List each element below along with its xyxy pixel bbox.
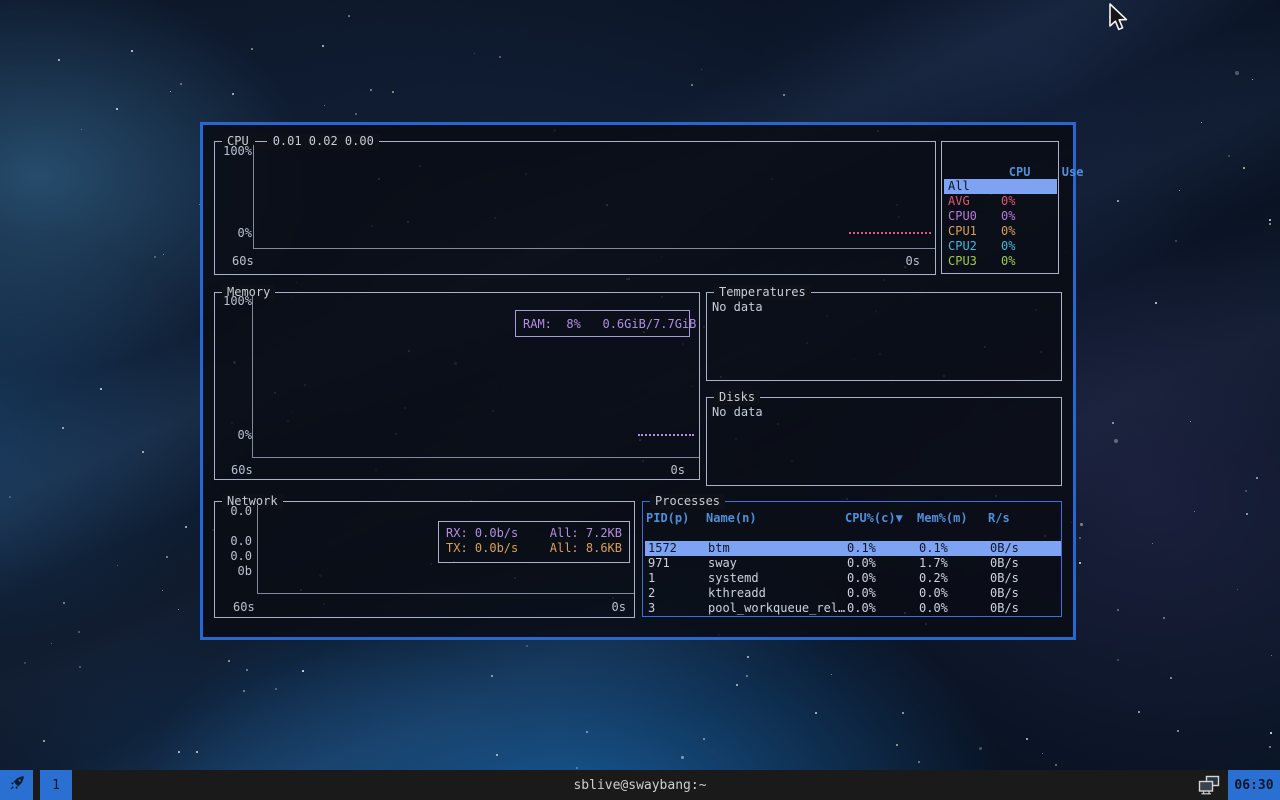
- cpu-x-left: 60s: [232, 254, 254, 269]
- cpu-row-cpu2[interactable]: CPU20%: [944, 239, 1057, 254]
- process-row[interactable]: 2kthreadd0.0%0.0%0B/s: [645, 586, 1061, 601]
- memory-x-left: 60s: [231, 463, 253, 478]
- processes-widget-title: Processes: [650, 494, 725, 509]
- network-y-axis: [257, 505, 258, 593]
- processes-header-row[interactable]: PID(p)Name(n)CPU%(c)▼Mem%(m)R/s: [643, 511, 1061, 526]
- cpu-load-average: 0.01 0.02 0.00: [273, 134, 374, 149]
- cpu-avg-line: [849, 232, 931, 234]
- tray-displays-icon[interactable]: [1196, 773, 1222, 797]
- network-legend: RX: 0.0b/s All: 7.2KB TX: 0.0b/s All: 8.…: [438, 521, 630, 563]
- temperatures-widget-title: Temperatures: [714, 285, 811, 300]
- network-x-axis: [257, 593, 634, 594]
- col-name: Name(n): [706, 511, 845, 526]
- terminal-window[interactable]: CPU0.01 0.02 0.00 100% 0% 60s 0s CPUUse …: [200, 122, 1076, 640]
- cpu-row-cpu1[interactable]: CPU10%: [944, 224, 1057, 239]
- cpu-x-axis: [253, 248, 935, 249]
- desktop: CPU0.01 0.02 0.00 100% 0% 60s 0s CPUUse …: [0, 0, 1280, 800]
- network-tx-rate: TX: 0.0b/s: [446, 541, 518, 556]
- network-tx-row: TX: 0.0b/s All: 8.6KB: [439, 541, 629, 556]
- network-widget[interactable]: Network 0.0 0.0 0.0 0b 60s 0s RX: 0.0b/s…: [214, 501, 635, 618]
- ram-usage-line: [638, 434, 694, 436]
- ram-legend: RAM: 8% 0.6GiB/7.7GiB: [515, 310, 690, 337]
- cpu-table-widget[interactable]: CPUUse All AVG0% CPU00% CPU10% CPU20% CP…: [941, 141, 1059, 274]
- memory-widget[interactable]: Memory 100% 0% 60s 0s RAM: 8% 0.6GiB/7.7…: [214, 292, 700, 480]
- col-cpu: CPU%(c)▼: [845, 511, 917, 526]
- cpu-x-right: 0s: [906, 254, 920, 269]
- process-row[interactable]: 1systemd0.0%0.2%0B/s: [645, 571, 1061, 586]
- network-y4: 0b: [216, 564, 252, 579]
- network-y1: 0.0: [216, 504, 252, 519]
- cpu-row-avg[interactable]: AVG0%: [944, 194, 1057, 209]
- cpu-row-cpu0[interactable]: CPU00%: [944, 209, 1057, 224]
- memory-x-right: 0s: [671, 463, 685, 478]
- network-x-right: 0s: [612, 600, 626, 615]
- temperatures-widget[interactable]: Temperatures No data: [706, 292, 1062, 381]
- disks-empty-text: No data: [712, 405, 763, 420]
- process-row[interactable]: 971sway0.0%1.7%0B/s: [645, 556, 1061, 571]
- network-tx-total: All: 8.6KB: [550, 541, 622, 556]
- network-rx-rate: RX: 0.0b/s: [446, 526, 518, 541]
- cpu-row-cpu3[interactable]: CPU30%: [944, 254, 1057, 269]
- cpu-y-max: 100%: [216, 144, 252, 159]
- processes-widget[interactable]: Processes PID(p)Name(n)CPU%(c)▼Mem%(m)R/…: [642, 501, 1062, 617]
- cpu-y-axis: [253, 145, 254, 248]
- disks-widget[interactable]: Disks No data: [706, 397, 1062, 486]
- cpu-row-all[interactable]: All: [944, 179, 1057, 194]
- process-row[interactable]: 1572btm0.1%0.1%0B/s: [645, 541, 1061, 556]
- cpu-widget[interactable]: CPU0.01 0.02 0.00 100% 0% 60s 0s: [214, 141, 936, 275]
- network-x-left: 60s: [233, 600, 255, 615]
- temperatures-empty-text: No data: [712, 300, 763, 315]
- memory-y-axis: [252, 295, 253, 457]
- col-rs: R/s: [988, 511, 1010, 526]
- title-dash: [255, 141, 267, 142]
- network-rx-row: RX: 0.0b/s All: 7.2KB: [439, 526, 629, 541]
- col-mem: Mem%(m): [917, 511, 988, 526]
- memory-x-axis: [252, 457, 699, 458]
- disks-widget-title: Disks: [714, 390, 760, 405]
- col-pid: PID(p): [643, 511, 706, 526]
- taskbar: 1 sblive@swaybang:~ 06:30: [0, 770, 1280, 800]
- network-y3: 0.0: [216, 549, 252, 564]
- memory-y-max: 100%: [216, 294, 252, 309]
- mouse-cursor: [1106, 2, 1130, 34]
- memory-y-min: 0%: [216, 428, 252, 443]
- focused-window-title: sblive@swaybang:~: [0, 770, 1280, 800]
- network-y2: 0.0: [216, 534, 252, 549]
- network-rx-total: All: 7.2KB: [550, 526, 622, 541]
- clock: 06:30: [1228, 770, 1280, 800]
- cpu-y-min: 0%: [216, 226, 252, 241]
- process-row[interactable]: 3pool_workqueue_rel…0.0%0.0%0B/s: [645, 601, 1061, 616]
